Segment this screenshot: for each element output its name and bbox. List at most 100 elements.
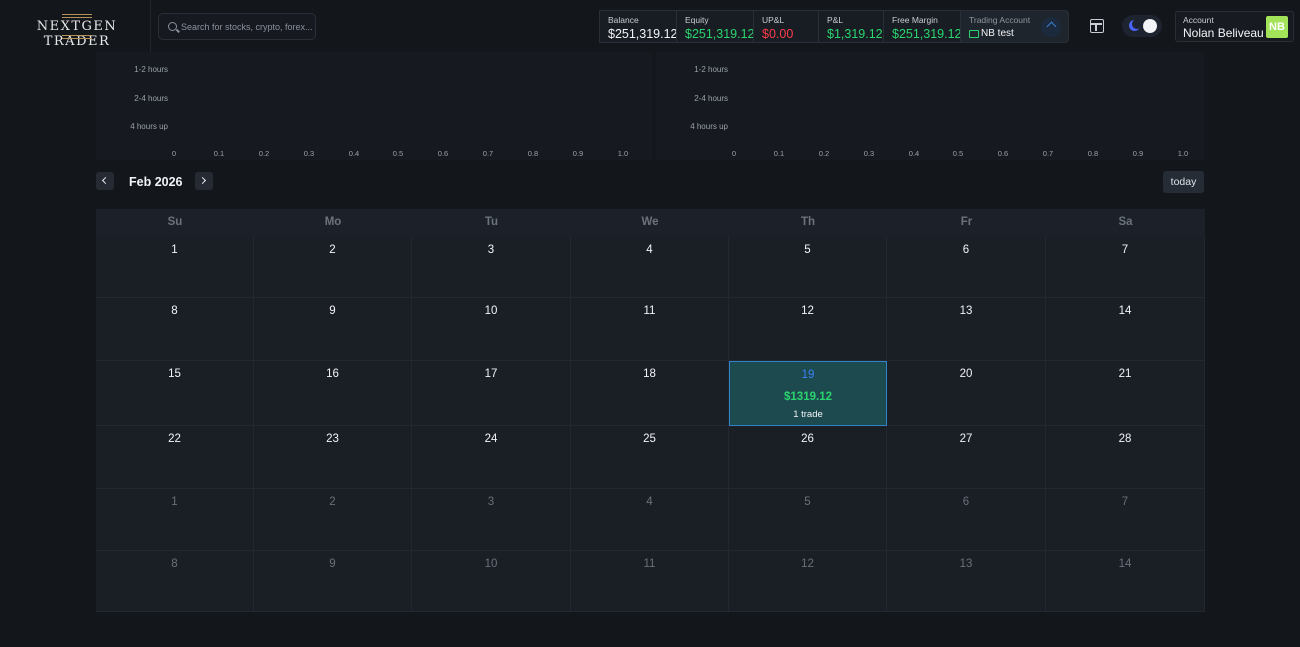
calendar-day-cell[interactable]: 13 bbox=[887, 298, 1046, 361]
calendar-day-cell[interactable]: 24 bbox=[412, 426, 571, 489]
calendar-day-cell[interactable]: 14 bbox=[1046, 551, 1205, 612]
calendar-day-cell[interactable]: 4 bbox=[571, 237, 729, 298]
calendar-day-cell[interactable]: 23 bbox=[254, 426, 412, 489]
day-number: 10 bbox=[484, 305, 498, 317]
x-tick-label: 0.9 bbox=[572, 149, 584, 158]
day-number: 22 bbox=[168, 433, 181, 445]
stat-value: $251,319.12 bbox=[608, 27, 678, 41]
duration-chart-right: 1-2 hours 2-4 hours 4 hours up 0 0.1 0.2… bbox=[656, 52, 1204, 160]
x-tick-label: 0.5 bbox=[952, 149, 964, 158]
calendar-day-cell[interactable]: 27 bbox=[887, 426, 1046, 489]
calendar-day-cell-active[interactable]: 19 $1319.12 1 trade bbox=[729, 361, 887, 426]
stat-pnl: P&L $1,319.12 bbox=[818, 10, 884, 43]
calendar-day-cell[interactable]: 5 bbox=[729, 489, 887, 551]
calendar-day-cell[interactable]: 11 bbox=[571, 551, 729, 612]
brand-logo[interactable]: NEXTGEN TRADER bbox=[18, 13, 136, 49]
calendar-day-cell[interactable]: 6 bbox=[887, 237, 1046, 298]
account-menu[interactable]: Account Nolan Beliveau NB bbox=[1175, 11, 1294, 42]
day-number: 10 bbox=[484, 558, 498, 570]
calendar-day-cell[interactable]: 20 bbox=[887, 361, 1046, 426]
trading-account-selector[interactable]: Trading Account NB test bbox=[960, 10, 1069, 43]
search-box[interactable] bbox=[158, 13, 316, 40]
calendar-day-cell[interactable]: 28 bbox=[1046, 426, 1205, 489]
calendar-day-cell[interactable]: 8 bbox=[96, 298, 254, 361]
search-input[interactable] bbox=[181, 19, 313, 35]
stat-value: $1,319.12 bbox=[827, 27, 883, 41]
stat-label: P&L bbox=[827, 15, 844, 25]
calendar-day-cell[interactable]: 5 bbox=[729, 237, 887, 298]
calendar-day-cell[interactable]: 18 bbox=[571, 361, 729, 426]
day-number: 6 bbox=[962, 496, 970, 508]
calendar-day-cell[interactable]: 21 bbox=[1046, 361, 1205, 426]
calendar-day-cell[interactable]: 17 bbox=[412, 361, 571, 426]
stat-balance: Balance $251,319.12 bbox=[599, 10, 678, 43]
weekday-label: We bbox=[641, 216, 659, 228]
calendar-day-cell[interactable]: 11 bbox=[571, 298, 729, 361]
next-month-button[interactable] bbox=[195, 172, 213, 190]
avatar: NB bbox=[1266, 16, 1288, 38]
calendar-day-cell[interactable]: 12 bbox=[729, 551, 887, 612]
calendar-day-cell[interactable]: 14 bbox=[1046, 298, 1205, 361]
calendar-day-cell[interactable]: 25 bbox=[571, 426, 729, 489]
chevron-left-icon bbox=[101, 176, 110, 185]
x-tick-label: 0.8 bbox=[1087, 149, 1099, 158]
calendar-day-cell[interactable]: 22 bbox=[96, 426, 254, 489]
calendar-day-cell[interactable]: 6 bbox=[887, 489, 1046, 551]
trading-account-name: NB test bbox=[981, 28, 1014, 39]
x-tick-label: 0.2 bbox=[258, 149, 270, 158]
y-tick-label: 2-4 hours bbox=[134, 94, 168, 103]
y-tick-label: 2-4 hours bbox=[694, 94, 728, 103]
theme-toggle[interactable] bbox=[1122, 15, 1162, 37]
weekday-label: Sa bbox=[1118, 216, 1133, 228]
x-tick-label: 0.2 bbox=[818, 149, 830, 158]
switch-account-icon[interactable] bbox=[1041, 17, 1061, 37]
day-number: 5 bbox=[804, 244, 811, 256]
x-tick-label: 0.6 bbox=[437, 149, 449, 158]
day-number: 11 bbox=[643, 558, 656, 570]
calendar-day-cell[interactable]: 13 bbox=[887, 551, 1046, 612]
day-number: 14 bbox=[1118, 305, 1132, 317]
day-number: 7 bbox=[1121, 244, 1129, 256]
calendar-day-cell[interactable]: 9 bbox=[254, 298, 412, 361]
day-number: 9 bbox=[329, 558, 336, 570]
today-button[interactable]: today bbox=[1163, 171, 1204, 193]
prev-month-button[interactable] bbox=[96, 172, 114, 190]
calendar-day-cell[interactable]: 3 bbox=[412, 489, 571, 551]
calendar-day-cell[interactable]: 9 bbox=[254, 551, 412, 612]
calendar-day-cell[interactable]: 1 bbox=[96, 489, 254, 551]
day-number: 1 bbox=[171, 244, 178, 256]
day-number: 4 bbox=[646, 496, 653, 508]
calendar-day-cell[interactable]: 10 bbox=[412, 298, 571, 361]
calendar-day-cell[interactable]: 15 bbox=[96, 361, 254, 426]
calendar-day-cell[interactable]: 12 bbox=[729, 298, 887, 361]
calendar-day-cell[interactable]: 8 bbox=[96, 551, 254, 612]
day-number: 18 bbox=[643, 368, 656, 380]
divider bbox=[150, 0, 151, 52]
day-trade-count: 1 trade bbox=[793, 409, 823, 420]
stat-upl: UP&L $0.00 bbox=[753, 10, 819, 43]
day-number: 24 bbox=[484, 433, 498, 445]
x-tick-label: 0.9 bbox=[1132, 149, 1144, 158]
x-tick-label: 0.4 bbox=[348, 149, 360, 158]
x-tick-label: 0.7 bbox=[1042, 149, 1054, 158]
calendar-day-cell[interactable]: 2 bbox=[254, 237, 412, 298]
layout-grid-icon[interactable] bbox=[1090, 19, 1104, 33]
calendar-day-cell[interactable]: 7 bbox=[1046, 489, 1205, 551]
calendar-day-cell[interactable]: 16 bbox=[254, 361, 412, 426]
y-tick-label: 1-2 hours bbox=[134, 65, 168, 74]
calendar-day-cell[interactable]: 7 bbox=[1046, 237, 1205, 298]
calendar-day-cell[interactable]: 3 bbox=[412, 237, 571, 298]
day-number: 25 bbox=[643, 433, 656, 445]
weekday-label: Tu bbox=[484, 216, 499, 228]
y-tick-label: 4 hours up bbox=[690, 122, 728, 131]
calendar-day-cell[interactable]: 2 bbox=[254, 489, 412, 551]
calendar-day-cell[interactable]: 26 bbox=[729, 426, 887, 489]
stat-label: UP&L bbox=[762, 15, 785, 25]
day-number: 9 bbox=[329, 305, 336, 317]
calendar-day-cell[interactable]: 4 bbox=[571, 489, 729, 551]
x-tick-label: 0.1 bbox=[213, 149, 225, 158]
weekday-label: Su bbox=[167, 216, 183, 228]
calendar-day-cell[interactable]: 10 bbox=[412, 551, 571, 612]
calendar-day-cell[interactable]: 1 bbox=[96, 237, 254, 298]
toggle-knob bbox=[1143, 19, 1157, 33]
